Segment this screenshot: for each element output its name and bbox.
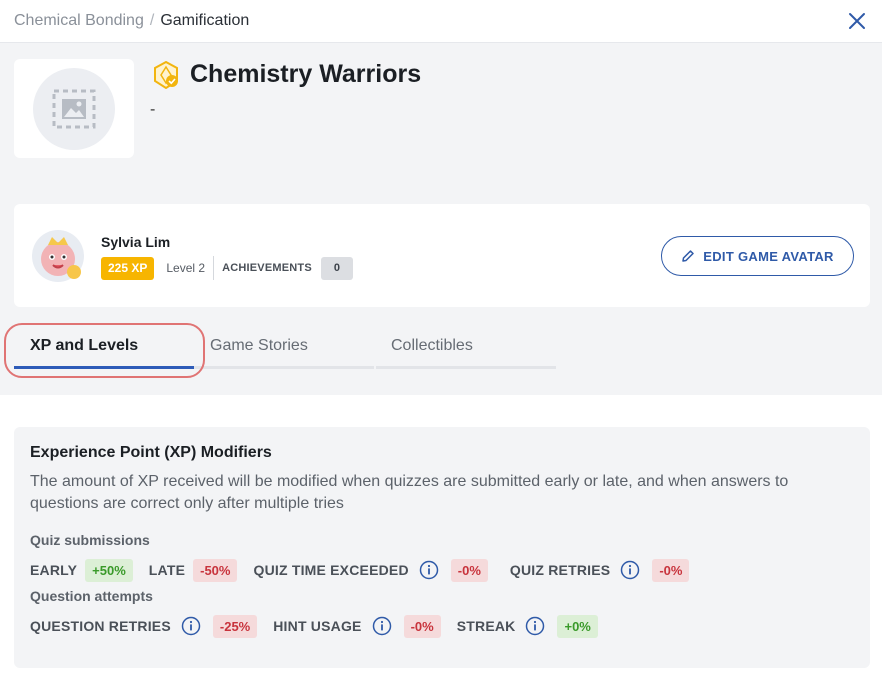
image-placeholder: [33, 67, 115, 150]
tab-game-stories[interactable]: Game Stories: [194, 327, 374, 369]
modifier-value-quiz-retries: -0%: [652, 558, 690, 582]
tab-collectibles[interactable]: Collectibles: [376, 327, 556, 369]
edit-game-avatar-label: EDIT GAME AVATAR: [703, 248, 834, 264]
tab-label: XP and Levels: [30, 337, 139, 354]
tab-label: Game Stories: [210, 337, 308, 354]
xp-modifiers-card: Experience Point (XP) Modifiers The amou…: [14, 427, 870, 668]
quiz-submissions-heading: Quiz submissions: [30, 532, 150, 548]
modifier-value-question-retries: -25%: [212, 614, 258, 638]
tab-label: Collectibles: [391, 337, 473, 354]
modifier-value-early: +50%: [85, 558, 133, 582]
player-name: Sylvia Lim: [101, 234, 171, 250]
avatar: [31, 229, 85, 283]
tab-xp-and-levels[interactable]: XP and Levels: [14, 327, 194, 369]
game-description: -: [150, 101, 156, 118]
top-bar: Chemical Bonding / Gamification: [0, 0, 882, 43]
modifier-value-hint-usage: -0%: [403, 614, 441, 638]
breadcrumb-current: Gamification: [160, 12, 250, 29]
modifier-label-quiz-retries: QUIZ RETRIES: [509, 562, 611, 578]
achievement-badge-icon: [154, 60, 178, 89]
tab-underline: [194, 366, 374, 369]
modifier-label-early: EARLY: [30, 562, 78, 578]
player-level: Level 2: [166, 256, 215, 280]
xp-modifiers-title: Experience Point (XP) Modifiers: [30, 444, 272, 461]
player-card: Sylvia Lim 225 XP Level 2 ACHIEVEMENTS 0…: [14, 204, 870, 307]
info-icon[interactable]: [181, 616, 201, 636]
modifier-label-quiz-time-exceeded: QUIZ TIME EXCEEDED: [253, 562, 409, 578]
info-icon[interactable]: [525, 616, 545, 636]
game-title: Chemistry Warriors: [190, 60, 422, 88]
info-icon[interactable]: [372, 616, 392, 636]
question-attempts-heading: Question attempts: [30, 588, 153, 604]
breadcrumb-separator: /: [149, 12, 155, 29]
modifier-value-quiz-time-exceeded: -0%: [450, 558, 488, 582]
image-placeholder-icon: [52, 89, 96, 128]
breadcrumb-parent[interactable]: Chemical Bonding: [14, 12, 144, 30]
question-modifiers-row: QUESTION RETRIES -25% HINT USAGE -0% STR…: [30, 614, 854, 638]
modifier-value-streak: +0%: [557, 614, 598, 638]
modifier-label-streak: STREAK: [456, 618, 516, 634]
xp-modifiers-description: The amount of XP received will be modifi…: [30, 473, 789, 512]
modifier-value-late: -50%: [193, 558, 238, 582]
edit-game-avatar-button[interactable]: EDIT GAME AVATAR: [661, 236, 854, 276]
info-icon[interactable]: [419, 560, 439, 580]
modifier-label-late: LATE: [148, 562, 186, 578]
modifier-label-hint-usage: HINT USAGE: [273, 618, 362, 634]
achievements-count: 0: [320, 256, 353, 280]
tab-underline: [376, 366, 556, 369]
info-icon[interactable]: [620, 560, 640, 580]
modifier-label-question-retries: QUESTION RETRIES: [30, 618, 171, 634]
xp-badge: 225 XP: [101, 256, 155, 280]
tab-underline: [14, 366, 194, 369]
achievements-label: ACHIEVEMENTS: [222, 262, 312, 274]
quiz-modifiers-row: EARLY +50% LATE -50% QUIZ TIME EXCEEDED …: [30, 558, 854, 582]
close-icon[interactable]: [846, 10, 868, 32]
game-thumbnail: [14, 59, 134, 158]
pencil-icon: [682, 250, 695, 262]
player-meta: 225 XP Level 2 ACHIEVEMENTS 0: [101, 256, 353, 280]
title-row: Chemistry Warriors: [152, 60, 421, 89]
